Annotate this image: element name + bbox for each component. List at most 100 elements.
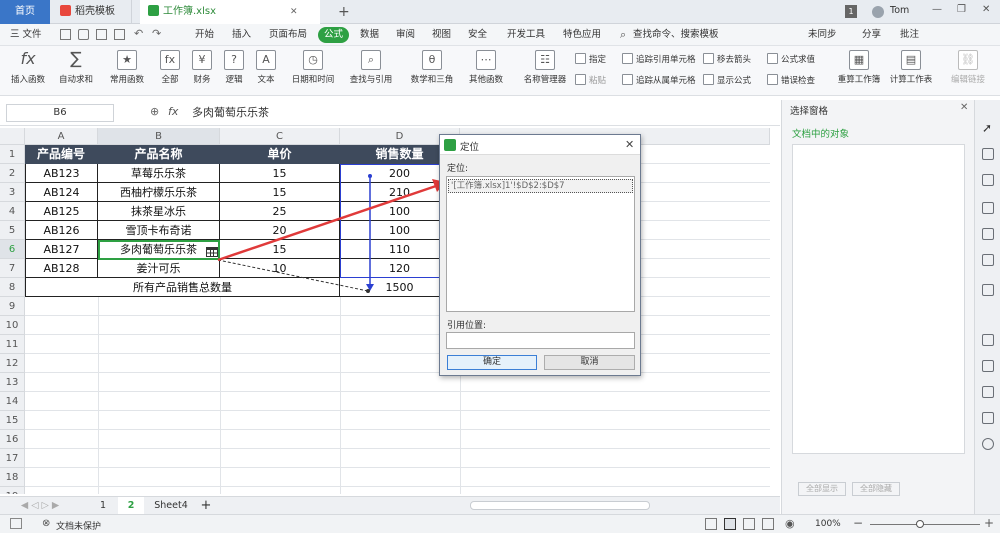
backup-icon[interactable] [982,334,994,346]
reference-input[interactable] [446,332,635,349]
remove-arrows-button[interactable]: 移去箭头 [703,53,751,65]
finance-button[interactable]: ¥ 财务 [188,50,216,85]
share-button[interactable]: 分享 [862,24,881,46]
menu-developer[interactable]: 开发工具 [507,24,545,46]
goto-list-item[interactable]: '[工作簿.xlsx]1'!$D$2:$D$7 [448,179,633,193]
dialog-title-bar[interactable]: 定位 ✕ [440,135,640,155]
evaluate-formula-button[interactable]: 公式求值 [767,53,815,65]
selection-pane-title[interactable]: 选择窗格 [790,103,828,117]
save-icon[interactable] [60,29,71,40]
zoom-slider[interactable] [870,524,980,525]
all-functions-button[interactable]: fx 全部 [156,50,184,85]
formula-input[interactable]: 多肉葡萄乐乐茶 [192,104,269,122]
sheet-nav-arrows[interactable]: ◀ ◁ ▷ ▶ [10,497,70,515]
menu-file[interactable]: 三 文件 [10,24,42,46]
restore-button[interactable]: ❐ [957,4,966,15]
add-sheet-button[interactable]: + [198,497,214,515]
other-functions-button[interactable]: ⋯ 其他函数 [464,50,508,85]
menu-special[interactable]: 特色应用 [563,24,601,46]
new-tab-button[interactable]: + [330,0,350,24]
lookup-button[interactable]: ⌕ 查找与引用 [344,50,398,85]
name-box[interactable]: B6 [6,104,114,122]
math-button[interactable]: θ 数学和三角 [404,50,460,85]
close-pane-icon[interactable]: ✕ [960,102,968,113]
paste-name-button[interactable]: 粘贴 [575,74,606,86]
property-icon[interactable] [982,228,994,240]
shapes-icon[interactable] [982,148,994,160]
table-style-icon[interactable] [982,202,994,214]
fullscreen-icon[interactable] [705,518,717,530]
spreadsheet-grid[interactable]: A B C D 12345678910111213141516171819 产品… [0,128,770,494]
print-icon[interactable] [96,29,107,40]
sheet-tab-1[interactable]: 1 [90,497,116,515]
menu-home[interactable]: 开始 [195,24,214,46]
menu-insert[interactable]: 插入 [232,24,251,46]
macro-icon[interactable] [10,518,22,529]
recalc-workbook-button[interactable]: ▦ 重算工作簿 [836,50,882,85]
normal-view-icon[interactable] [724,518,736,530]
fill-icon[interactable] [982,174,994,186]
zoom-slider-thumb[interactable] [916,520,924,528]
calc-sheet-button[interactable]: ▤ 计算工作表 [888,50,934,85]
ok-button[interactable]: 确定 [447,355,537,370]
goto-listbox[interactable]: '[工作簿.xlsx]1'!$D$2:$D$7 [446,176,635,312]
menu-data[interactable]: 数据 [360,24,379,46]
sheet-tab-2[interactable]: 2 [118,497,144,515]
preview-icon[interactable] [114,29,125,40]
avatar[interactable] [872,6,884,18]
trace-precedents-button[interactable]: 追踪引用单元格 [622,53,696,65]
object-list[interactable] [792,144,965,454]
trace-dependents-button[interactable]: 追踪从属单元格 [622,74,696,86]
zoom-icon[interactable]: ⊕ [150,105,159,118]
redo-icon[interactable]: ↷ [152,27,161,40]
history-icon[interactable] [982,438,994,450]
sheet-tab-sheet4[interactable]: Sheet4 [148,497,194,515]
menu-security[interactable]: 安全 [468,24,487,46]
translate-icon[interactable] [982,386,994,398]
zoom-in-button[interactable]: + [984,516,994,530]
menu-view[interactable]: 视图 [432,24,451,46]
datetime-button[interactable]: ◷ 日期和时间 [286,50,340,85]
close-window-button[interactable]: ✕ [982,4,990,15]
dialog-close-icon[interactable]: ✕ [625,138,634,151]
error-check-button[interactable]: 错误检查 [767,74,815,86]
folder-icon[interactable] [78,29,89,40]
menu-page-layout[interactable]: 页面布局 [269,24,307,46]
minimize-button[interactable]: — [932,4,942,15]
tab-workbook[interactable]: 工作簿.xlsx ✕ [140,0,320,24]
page-layout-icon[interactable] [743,518,755,530]
show-all-button[interactable]: 全部显示 [798,482,846,496]
autosum-button[interactable]: ∑ 自动求和 [54,50,98,85]
horizontal-scrollbar[interactable] [470,501,650,510]
eye-protection-icon[interactable]: ◉ [785,517,795,530]
insert-function-button[interactable]: fx 插入函数 [8,50,48,86]
protection-status[interactable]: 文档未保护 [56,519,101,532]
logic-button[interactable]: ? 逻辑 [220,50,248,85]
sync-status[interactable]: 未同步 [808,24,837,46]
format-icon[interactable] [982,284,994,296]
hide-all-button[interactable]: 全部隐藏 [852,482,900,496]
zoom-level[interactable]: 100% [815,519,841,529]
tab-close-icon[interactable]: ✕ [290,0,298,24]
export-icon[interactable] [982,360,994,372]
menu-review[interactable]: 审阅 [396,24,415,46]
page-break-icon[interactable] [762,518,774,530]
undo-icon[interactable]: ↶ [134,27,143,40]
comment-button[interactable]: 批注 [900,24,919,46]
tab-home[interactable]: 首页 [0,0,50,24]
name-manager-button[interactable]: ☷ 名称管理器 [520,50,570,85]
chart-icon[interactable] [982,254,994,266]
select-pointer-icon[interactable]: ➚ [982,122,994,134]
lock-icon[interactable] [982,412,994,424]
command-search[interactable]: 查找命令、搜索模板 [633,24,719,46]
fx-button[interactable]: fx [168,105,178,118]
edit-links-button[interactable]: ⛓ 编辑链接 [944,50,992,85]
tab-templates[interactable]: 稻壳模板 [52,0,132,24]
menu-formula[interactable]: 公式 [318,27,350,43]
common-functions-button[interactable]: ★ 常用函数 [104,50,150,85]
define-name-button[interactable]: 指定 [575,53,606,65]
user-name[interactable]: Tom [890,5,909,16]
show-formulas-button[interactable]: 显示公式 [703,74,751,86]
page-indicator[interactable]: 1 [845,5,857,18]
text-button[interactable]: A 文本 [252,50,280,85]
